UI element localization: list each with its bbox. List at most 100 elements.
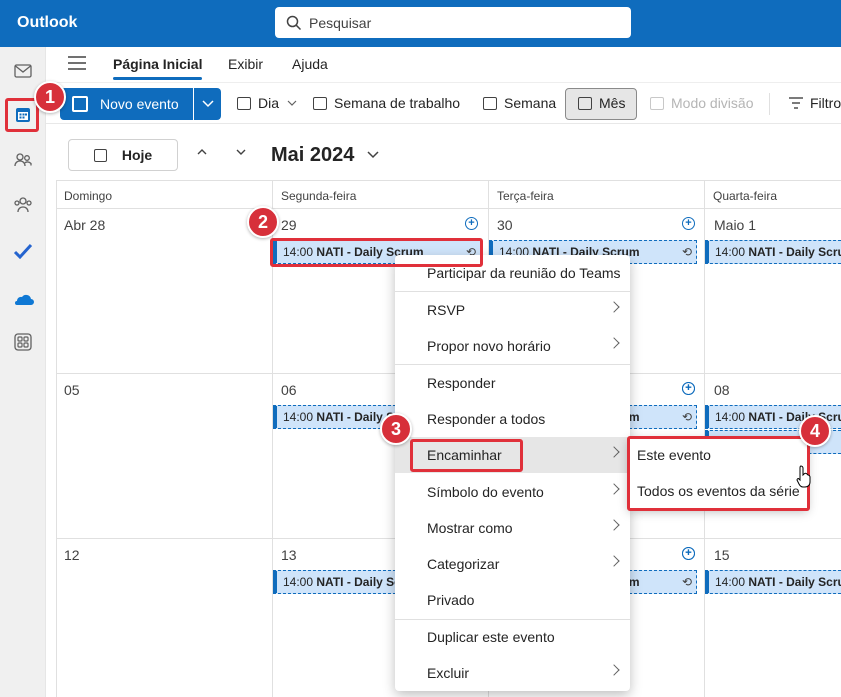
day-number[interactable]: 08 (714, 382, 730, 398)
search-input[interactable]: Pesquisar (275, 7, 631, 38)
menu-label: RSVP (427, 302, 466, 318)
new-event-dropdown[interactable] (194, 88, 221, 120)
menu-label: Mostrar como (427, 520, 513, 536)
chevron-up-icon[interactable] (197, 147, 207, 157)
grid-line (56, 180, 57, 697)
today-icon (93, 148, 107, 162)
event-time: 14:00 (715, 410, 746, 424)
recurring-icon: ⟲ (681, 410, 692, 424)
menu-label: Símbolo do evento (427, 484, 544, 500)
view-day-button[interactable]: Dia (237, 95, 297, 111)
menu-item-delete[interactable]: Excluir (395, 655, 630, 691)
highlight-box-forward (410, 439, 523, 472)
step-badge-3: 3 (380, 413, 412, 445)
chevron-right-icon (608, 301, 620, 313)
day-number[interactable]: 12 (64, 547, 80, 563)
recurring-icon: ⟲ (681, 575, 692, 589)
search-placeholder: Pesquisar (309, 14, 372, 31)
highlight-box-calendar (5, 98, 39, 132)
step-badge-2: 2 (247, 206, 279, 238)
add-event-icon[interactable]: + (682, 217, 695, 230)
split-label: Modo divisão (671, 95, 754, 111)
day-header-wednesday: Quarta-feira (713, 189, 778, 203)
menu-item-show-as[interactable]: Mostrar como (395, 510, 630, 546)
view-week-button[interactable]: Semana (483, 95, 556, 111)
grid-line (56, 208, 841, 209)
new-event-button[interactable]: Novo evento (60, 88, 193, 120)
highlight-box-submenu (627, 436, 810, 511)
menu-item-reply-all[interactable]: Responder a todos (395, 401, 630, 437)
menu-item-event-symbol[interactable]: Símbolo do evento (395, 474, 630, 510)
tab-ajuda[interactable]: Ajuda (292, 56, 328, 72)
split-view-button[interactable]: Modo divisão (650, 95, 754, 111)
menu-label: Categorizar (427, 556, 500, 572)
add-event-icon[interactable]: + (465, 217, 478, 230)
menu-item-duplicate[interactable]: Duplicar este evento (395, 619, 630, 655)
recurring-icon: ⟲ (681, 245, 692, 259)
menu-icon[interactable] (68, 56, 86, 70)
mail-icon[interactable] (11, 59, 35, 83)
toolbar-divider (769, 93, 770, 115)
step-badge-4: 4 (799, 415, 831, 447)
event-title: NATI - Daily Scru (748, 575, 841, 589)
event-item[interactable]: 14:00 NATI - Daily Scru (705, 240, 841, 264)
month-title[interactable]: Mai 2024 (271, 144, 354, 167)
ribbon-tabs: Página Inicial Exibir Ajuda (46, 47, 841, 80)
search-icon (286, 15, 302, 30)
toolbar: Novo evento Dia Semana de trabalho Seman… (46, 82, 841, 124)
filter-button[interactable]: Filtro (789, 95, 841, 111)
chevron-down-icon (287, 100, 297, 106)
app-rail (0, 47, 46, 697)
menu-item-rsvp[interactable]: RSVP (395, 292, 630, 328)
chevron-down-icon (201, 100, 214, 108)
apps-icon[interactable] (11, 330, 35, 354)
event-item[interactable]: 14:00 NATI - Daily Scru (705, 570, 841, 594)
view-work-week-button[interactable]: Semana de trabalho (313, 95, 460, 111)
menu-item-private[interactable]: Privado (395, 582, 630, 618)
add-event-icon[interactable]: + (682, 382, 695, 395)
new-event-label: Novo evento (100, 96, 179, 112)
people-icon[interactable] (11, 148, 35, 172)
app-title[interactable]: Outlook (17, 14, 77, 32)
day-label: Dia (258, 95, 280, 111)
chevron-right-icon (608, 337, 620, 349)
event-title: NATI - Daily Scru (748, 245, 841, 259)
day-number[interactable]: 30 (497, 217, 513, 233)
step-badge-1: 1 (34, 81, 66, 113)
add-event-icon[interactable]: + (682, 547, 695, 560)
day-number[interactable]: Abr 28 (64, 217, 105, 233)
tab-pagina-inicial[interactable]: Página Inicial (113, 56, 203, 80)
day-header-sunday: Domingo (64, 189, 113, 203)
day-header-tuesday: Terça-feira (497, 189, 554, 203)
month-picker-chevron-icon[interactable] (367, 151, 379, 159)
event-time: 14:00 (715, 575, 746, 589)
week-view-icon (483, 96, 497, 110)
menu-label: Excluir (427, 665, 470, 681)
chevron-right-icon (608, 446, 620, 458)
onedrive-icon[interactable] (11, 287, 35, 311)
chevron-down-icon[interactable] (236, 147, 246, 157)
month-label: Mês (599, 95, 626, 111)
groups-icon[interactable] (11, 193, 35, 217)
day-view-icon (237, 96, 251, 110)
menu-item-reply[interactable]: Responder (395, 365, 630, 401)
calendar-add-icon (72, 96, 88, 112)
today-button[interactable]: Hoje (68, 139, 178, 171)
day-number[interactable]: 06 (281, 382, 297, 398)
day-number[interactable]: Maio 1 (714, 217, 756, 233)
event-time: 14:00 (283, 410, 314, 424)
highlight-box-event (270, 238, 483, 267)
tab-exibir[interactable]: Exibir (228, 56, 263, 72)
menu-item-categorize[interactable]: Categorizar (395, 546, 630, 582)
work-week-icon (313, 96, 327, 110)
todo-icon[interactable] (11, 239, 35, 263)
day-number[interactable]: 13 (281, 547, 297, 563)
chevron-right-icon (608, 664, 620, 676)
context-menu: Participar da reunião do Teams RSVP Prop… (395, 255, 630, 691)
week-label: Semana (504, 95, 557, 111)
day-number[interactable]: 05 (64, 382, 80, 398)
day-number[interactable]: 29 (281, 217, 297, 233)
split-view-icon (650, 96, 664, 110)
day-number[interactable]: 15 (714, 547, 730, 563)
menu-item-propose-time[interactable]: Propor novo horário (395, 328, 630, 364)
